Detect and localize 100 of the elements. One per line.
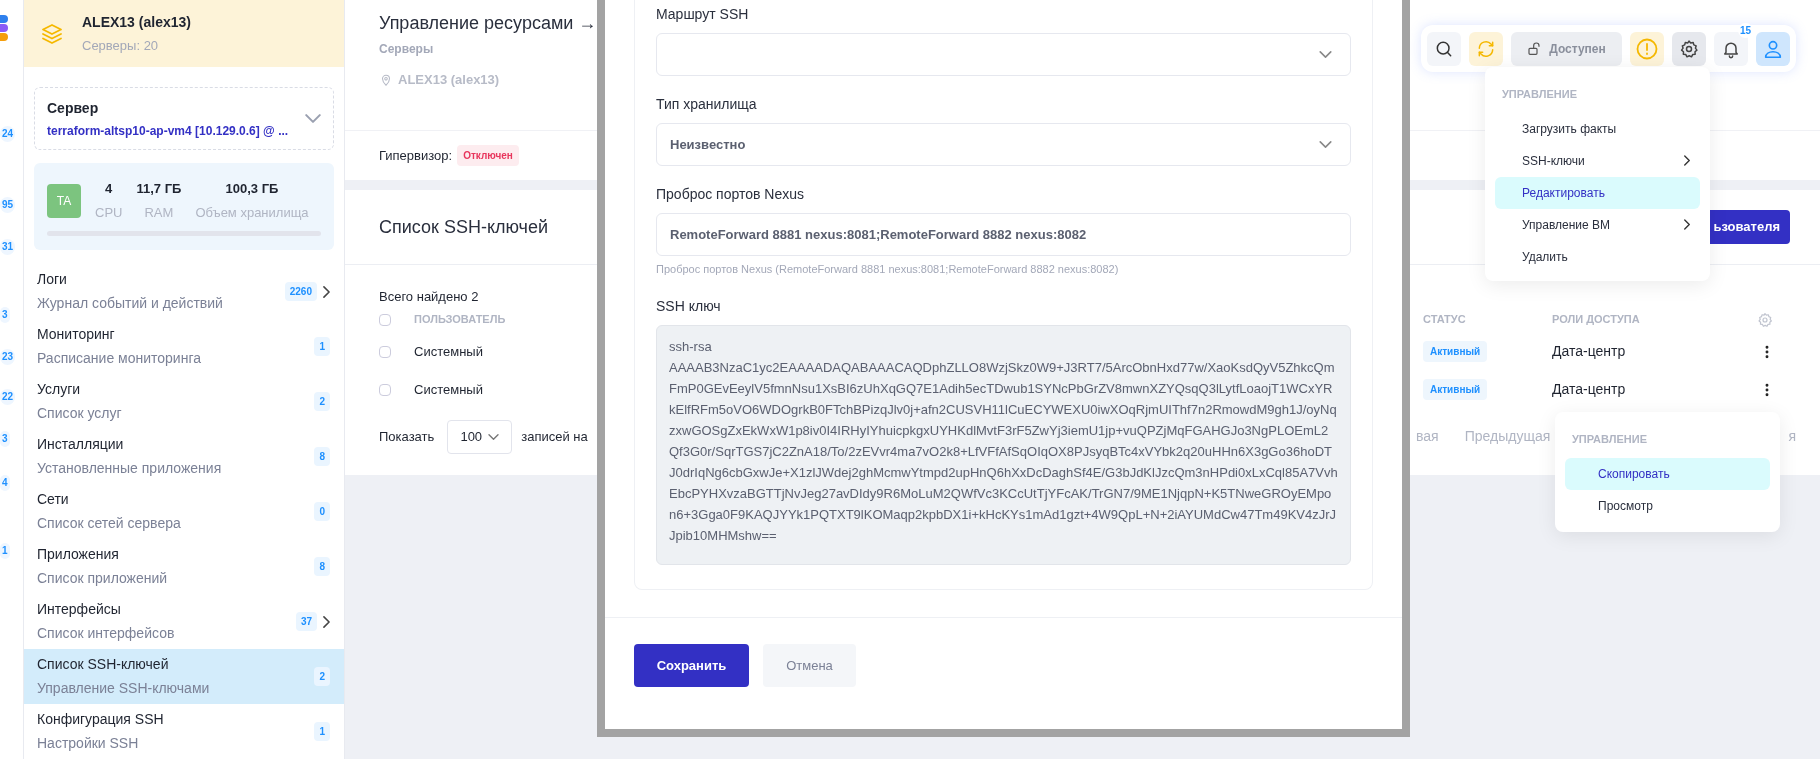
- logo-icon: [0, 15, 10, 41]
- count-badge: 24: [0, 126, 16, 142]
- table-cell-text: Дата-центр: [1552, 342, 1626, 361]
- count-badge: 3: [0, 431, 10, 447]
- stat-value: 11,7 ГБ: [136, 180, 182, 198]
- server-group-title: ALEX13 (alex13): [82, 12, 191, 32]
- status-badge: Отключен: [457, 145, 519, 166]
- stat-label: CPU: [95, 203, 123, 222]
- count-badge: 1: [0, 543, 10, 559]
- page-title: Управление ресурсами →: [379, 12, 597, 35]
- server-label: Сервер: [47, 98, 100, 118]
- notification-count: 15: [1737, 22, 1753, 38]
- sidebar-item-subtitle: Список приложений: [37, 569, 168, 588]
- menu-item[interactable]: Просмотр: [1565, 489, 1770, 522]
- sidebar-item[interactable]: Список SSH-ключей Управление SSH-ключами 2: [24, 649, 344, 704]
- checkbox[interactable]: [379, 313, 391, 326]
- page-size-select[interactable]: 100: [447, 419, 513, 454]
- count-badge: 95: [0, 197, 16, 213]
- menu-heading: УПРАВЛЕНИЕ: [1571, 432, 1648, 447]
- pagination-label: Показать: [379, 427, 435, 446]
- refresh-button[interactable]: [1469, 31, 1503, 66]
- chevron-down-icon: [488, 433, 500, 440]
- column-header: ПОЛЬЗОВАТЕЛЬ: [414, 312, 507, 328]
- server-value: terraform-altsp10-ap-vm4 [10.129.0.6] @ ...: [47, 122, 289, 140]
- menu-item[interactable]: Загрузить факты: [1495, 112, 1700, 145]
- chevron-down-icon: [1319, 141, 1332, 148]
- search-button[interactable]: [1427, 31, 1461, 66]
- input-field[interactable]: RemoteForward 8881 nexus:8081;RemoteForward 8882 nexus:8082: [656, 213, 1351, 256]
- menu-item[interactable]: Управление ВМ: [1495, 208, 1700, 241]
- count-badge: 22: [0, 389, 16, 405]
- pagination-label: записей на: [521, 427, 588, 446]
- sidebar-item[interactable]: Услуги Список услуг 2: [24, 374, 344, 429]
- sidebar-item-title: Логи: [37, 270, 68, 289]
- stat-label: Объем хранилища: [195, 203, 309, 222]
- layers-icon: [40, 21, 64, 46]
- breadcrumb: Серверы: [379, 41, 435, 58]
- sidebar-item-title: Услуги: [37, 380, 82, 399]
- server-select[interactable]: Сервер terraform-altsp10-ap-vm4 [10.129.0.6] @ ...: [34, 87, 334, 150]
- cancel-button[interactable]: Отмена: [763, 644, 856, 687]
- sidebar-item-title: Интерфейсы: [37, 600, 122, 619]
- settings-button[interactable]: [1672, 31, 1706, 66]
- sidebar-item-subtitle: Список сетей сервера: [37, 514, 181, 533]
- field-label: SSH ключ: [656, 296, 722, 316]
- sidebar-item[interactable]: Приложения Список приложений 8: [24, 539, 344, 594]
- refresh-icon: [1476, 38, 1496, 59]
- avatar: TA: [47, 183, 81, 218]
- user-button[interactable]: [1756, 31, 1790, 66]
- menu-item[interactable]: Удалить: [1495, 240, 1700, 273]
- column-header: СТАТУС: [1423, 312, 1467, 328]
- sidebar-item-title: Приложения: [37, 545, 120, 564]
- checkbox[interactable]: [379, 383, 391, 396]
- select-field[interactable]: Неизвестно: [656, 123, 1351, 166]
- status-badge: Активный: [1423, 341, 1488, 362]
- sidebar-item[interactable]: Интерфейсы Список интерфейсов 37: [24, 594, 344, 649]
- count-badge: 2260: [284, 282, 317, 301]
- ssh-key-field[interactable]: ssh-rsa AAAAB3NzaC1yc2EAAAADAQABAAACAQDphZLLO8WzjSkz0W9+J3RT7/5ArcObnHxd77w/XaoKsdQyV5ZhkcQmFmP0GEvEeylV5fmnNsu1XsBI6zUhXqGQ7E1Adih5ecTDwub1SYNcPbGrZV8mwnXZYQsqQ3lLytfLoaojT1WCxYRkElfRFm5oVO6WDOgrkB0FTchBPizqJlv0j+afn2CUSVH11lCuECYWEXU0iwXOqRjmUIThf7n2RmowdM9gh1J/oyNqzxwGOSgZxEkWxW1p8iv0I4IRHyIYhuicpkgxUYHKdlMvtF3rF5ZwYj3iemU1jp+vuQPZjMqFGAHGJo3NgPLOEmL2Qf3G0r/SqrTGS7jC2ZnA18/To/2zEVvr4ma7vO2k8+LfVFfAfSqOIqOX8PJsyqBTc4xVYbk2q20uHHn6X3gGo36hoDTJ0drIqNg6cbGxwJe+X1zlJWdej2ghMcmwYtmpd2upHnQ6hXxDcDaghSf4E/G3bJdKlJzcQm3nHPdi0xLxCql85A7VvhEbcPYHXvzaBGTTjNvJeg27avDIdy9R6MoLuM2QWfVc3KCcUtTjYFcAK/TrGN7/9ME1NjqpN+K5TNweGROyEMpon6+3Gga0F9KAQJYYk1PQTXT9lKOMaqp2kpbDX1i+kHcKYs1mAd1gzt+4W9QpL+N+2iAYUMdCw47Tm49KV4zJrJJpib10MHMshw==: [656, 324, 1351, 565]
- sidebar-item-title: Мониторинг: [37, 325, 116, 344]
- count-badge: 1: [314, 722, 330, 741]
- exclamation-circle-icon: [1635, 36, 1659, 61]
- table-cell-text: Системный: [414, 342, 483, 361]
- add-user-button[interactable]: ьзователя: [1709, 210, 1790, 244]
- stat-label: RAM: [144, 203, 174, 222]
- menu-item[interactable]: SSH-ключи: [1495, 144, 1700, 177]
- stat-value: 100,3 ГБ: [225, 180, 279, 198]
- count-badge: 3: [0, 307, 10, 323]
- sidebar-item[interactable]: Логи Журнал событий и действий 2260: [24, 264, 344, 319]
- location: ALEX13 (alex13): [398, 71, 500, 89]
- column-header: РОЛИ ДОСТУПА: [1552, 312, 1641, 328]
- field-label: Проброс портов Nexus: [656, 185, 805, 204]
- checkbox[interactable]: [379, 345, 391, 358]
- settings-icon: [1679, 38, 1699, 59]
- count-badge: 8: [314, 557, 330, 576]
- count-badge: 23: [0, 349, 16, 365]
- sidebar-item[interactable]: Инсталляции Установленные приложения 8: [24, 429, 344, 484]
- sidebar-item[interactable]: Мониторинг Расписание мониторинга 1: [24, 319, 344, 374]
- table-cell-text: Системный: [414, 380, 483, 399]
- status-badge: Активный: [1423, 379, 1488, 400]
- total-count: Всего найдено 2: [379, 288, 479, 306]
- count-badge: 2: [314, 392, 330, 411]
- select-field[interactable]: [656, 33, 1351, 76]
- field-label: Маршрут SSH: [656, 5, 750, 24]
- sidebar-item-subtitle: Расписание мониторинга: [37, 349, 201, 368]
- settings-icon[interactable]: [1757, 311, 1773, 328]
- field-label: Тип хранилища: [656, 95, 758, 114]
- location-pin-icon: [379, 72, 393, 87]
- stat-value: 4: [105, 180, 113, 198]
- sidebar-item[interactable]: Конфигурация SSH Настройки SSH 1: [24, 704, 344, 759]
- save-button[interactable]: Сохранить: [634, 644, 749, 687]
- menu-heading: УПРАВЛЕНИЕ: [1501, 87, 1578, 102]
- count-badge: 31: [0, 239, 16, 255]
- sidebar-item-title: Инсталляции: [37, 435, 125, 454]
- menu-item[interactable]: Скопировать: [1565, 457, 1770, 490]
- alert-button[interactable]: [1630, 31, 1664, 66]
- count-badge: 1: [314, 337, 330, 356]
- count-badge: 2: [314, 667, 330, 686]
- menu-item[interactable]: Редактировать: [1495, 176, 1700, 209]
- sidebar-item-subtitle: Список интерфейсов: [37, 624, 175, 643]
- chevron-down-icon: [305, 114, 321, 123]
- sidebar-item-subtitle: Список услуг: [37, 404, 122, 423]
- sidebar-item[interactable]: Сети Список сетей сервера 0: [24, 484, 344, 539]
